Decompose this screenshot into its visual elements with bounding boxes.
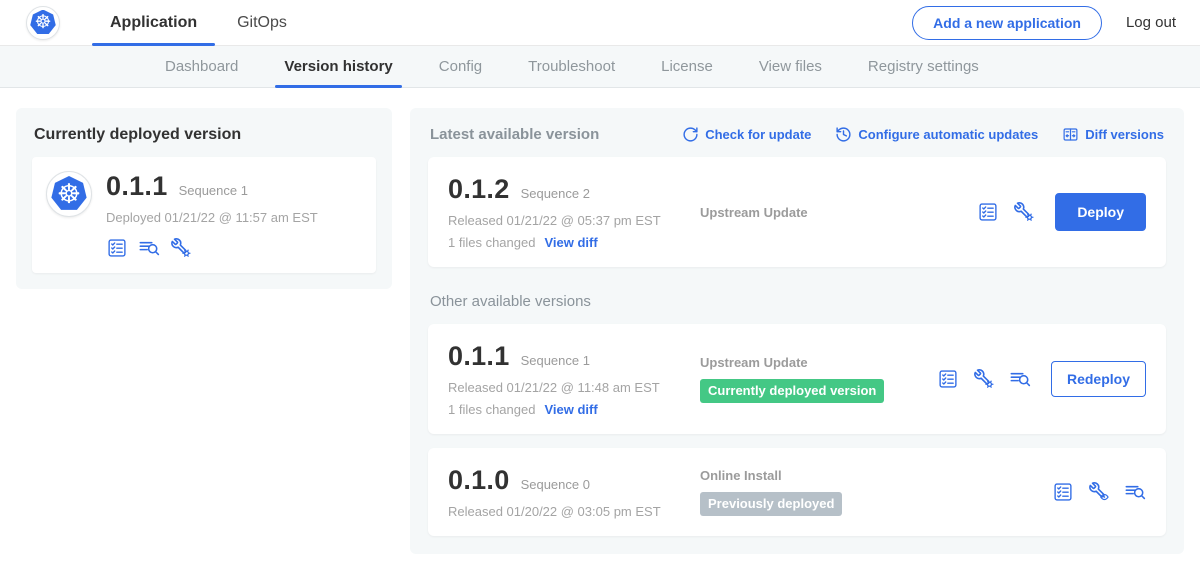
sequence-label: Sequence 2 bbox=[521, 186, 590, 201]
preflight-checklist-icon[interactable] bbox=[1052, 481, 1074, 503]
released-timestamp: Released 01/21/22 @ 05:37 pm EST bbox=[448, 213, 700, 228]
configure-automatic-updates-link[interactable]: Configure automatic updates bbox=[835, 126, 1038, 143]
version-source-label: Upstream Update bbox=[700, 205, 965, 220]
auto-update-icon bbox=[835, 126, 852, 143]
edit-config-icon[interactable] bbox=[973, 368, 995, 390]
kubernetes-logo-icon: ☸ bbox=[26, 6, 60, 40]
refresh-icon bbox=[682, 126, 699, 143]
subnav-tab-troubleshoot[interactable]: Troubleshoot bbox=[505, 46, 638, 87]
view-logs-icon[interactable] bbox=[138, 237, 160, 259]
deploy-button[interactable]: Deploy bbox=[1055, 193, 1146, 231]
preflight-checklist-icon[interactable] bbox=[106, 237, 128, 259]
currently-deployed-card: ☸ 0.1.1 Sequence 1 Deployed 01/21/22 @ 1… bbox=[32, 157, 376, 273]
other-available-versions-title: Other available versions bbox=[430, 293, 1164, 310]
redeploy-button[interactable]: Redeploy bbox=[1051, 361, 1146, 397]
version-card-0-1-2: 0.1.2 Sequence 2 Released 01/21/22 @ 05:… bbox=[428, 157, 1166, 267]
edit-config-icon[interactable] bbox=[170, 237, 192, 259]
deployed-sequence-label: Sequence 1 bbox=[179, 183, 248, 198]
view-logs-icon[interactable] bbox=[1009, 368, 1031, 390]
subnav-tab-dashboard[interactable]: Dashboard bbox=[142, 46, 261, 87]
logout-button[interactable]: Log out bbox=[1126, 14, 1176, 31]
version-number: 0.1.0 bbox=[448, 465, 510, 496]
subnav-tab-config[interactable]: Config bbox=[416, 46, 505, 87]
check-for-update-link[interactable]: Check for update bbox=[682, 126, 811, 143]
released-timestamp: Released 01/21/22 @ 11:48 am EST bbox=[448, 380, 700, 395]
preflight-checklist-icon[interactable] bbox=[977, 201, 999, 223]
version-number: 0.1.1 bbox=[448, 341, 510, 372]
version-history-page: Currently deployed version ☸ 0.1.1 Seque… bbox=[0, 88, 1200, 554]
sequence-label: Sequence 1 bbox=[521, 353, 590, 368]
add-application-button[interactable]: Add a new application bbox=[912, 6, 1102, 40]
files-changed-label: 1 files changed bbox=[448, 235, 535, 250]
version-number: 0.1.2 bbox=[448, 174, 510, 205]
available-versions-panel: Latest available version Check for updat… bbox=[410, 108, 1184, 554]
previously-deployed-badge: Previously deployed bbox=[700, 492, 842, 516]
tab-gitops[interactable]: GitOps bbox=[217, 0, 307, 45]
preflight-checklist-icon[interactable] bbox=[937, 368, 959, 390]
diff-versions-link[interactable]: Diff versions bbox=[1062, 126, 1164, 143]
version-card-0-1-1: 0.1.1 Sequence 1 Released 01/21/22 @ 11:… bbox=[428, 324, 1166, 434]
subnav-tab-view-files[interactable]: View files bbox=[736, 46, 845, 87]
subnav-tab-license[interactable]: License bbox=[638, 46, 736, 87]
subnav-tab-registry-settings[interactable]: Registry settings bbox=[845, 46, 1002, 87]
version-source-label: Upstream Update bbox=[700, 355, 925, 370]
subnav-tab-version-history[interactable]: Version history bbox=[261, 46, 415, 87]
view-logs-icon[interactable] bbox=[1124, 481, 1146, 503]
deployed-version-number: 0.1.1 bbox=[106, 171, 168, 202]
diff-icon bbox=[1062, 126, 1079, 143]
currently-deployed-panel: Currently deployed version ☸ 0.1.1 Seque… bbox=[16, 108, 392, 289]
app-nav: Application GitOps bbox=[90, 0, 307, 45]
sequence-label: Sequence 0 bbox=[521, 477, 590, 492]
top-header: ☸ Application GitOps Add a new applicati… bbox=[0, 0, 1200, 46]
version-source-label: Online Install bbox=[700, 468, 1040, 483]
files-changed-label: 1 files changed bbox=[448, 402, 535, 417]
deployed-timestamp: Deployed 01/21/22 @ 11:57 am EST bbox=[106, 210, 318, 225]
latest-available-title: Latest available version bbox=[430, 126, 599, 143]
view-config-icon[interactable] bbox=[1088, 481, 1110, 503]
app-subnav: Dashboard Version history Config Trouble… bbox=[0, 46, 1200, 88]
tab-application[interactable]: Application bbox=[90, 0, 217, 45]
view-diff-link[interactable]: View diff bbox=[544, 402, 597, 417]
version-card-0-1-0: 0.1.0 Sequence 0 Released 01/20/22 @ 03:… bbox=[428, 448, 1166, 536]
view-diff-link[interactable]: View diff bbox=[544, 235, 597, 250]
currently-deployed-badge: Currently deployed version bbox=[700, 379, 884, 403]
edit-config-icon[interactable] bbox=[1013, 201, 1035, 223]
currently-deployed-title: Currently deployed version bbox=[34, 126, 376, 144]
app-logo-icon: ☸ bbox=[46, 171, 92, 217]
released-timestamp: Released 01/20/22 @ 03:05 pm EST bbox=[448, 504, 700, 519]
